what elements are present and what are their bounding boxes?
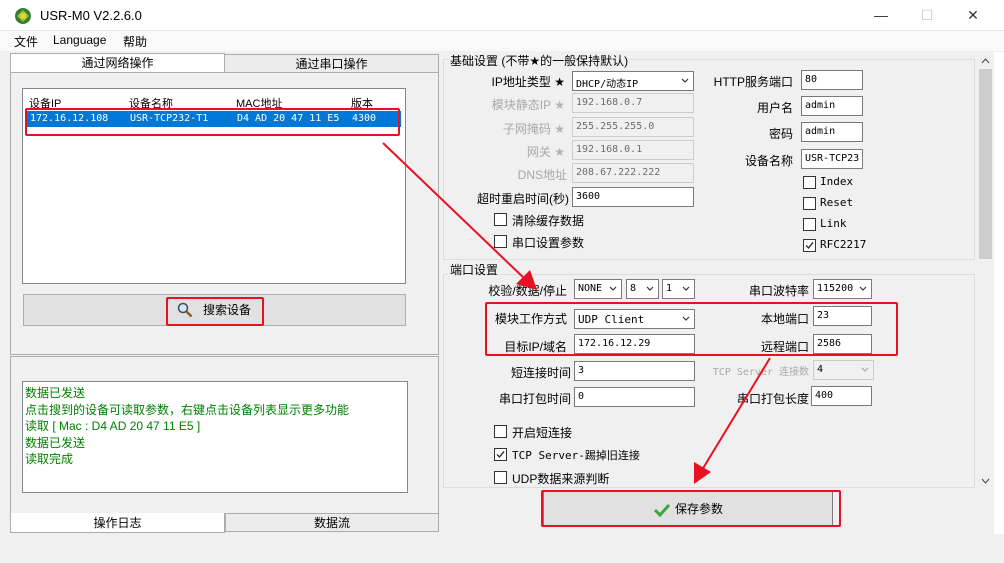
arrow-head-icon: [694, 462, 711, 484]
arrow-line: [382, 142, 527, 281]
arrow-line: [701, 357, 771, 471]
annotation-arrows: [382, 142, 771, 484]
